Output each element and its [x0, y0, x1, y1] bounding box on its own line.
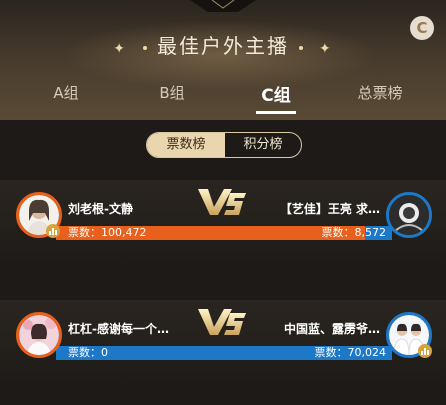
tab-total-ranking[interactable]: 总票榜 [340, 82, 420, 103]
vs-icon [198, 189, 246, 215]
avatar-photo [389, 195, 429, 235]
vote-progress-bar: 票数：0 票数：70,024 [56, 346, 392, 360]
right-rank-badge-icon [418, 344, 432, 358]
title-dot-right [299, 45, 303, 50]
ranking-type-switch: 票数榜 积分榜 [146, 132, 302, 158]
right-streamer-name: 中国蓝、露雳爷… [283, 322, 380, 336]
match-card[interactable]: 杠杠-感谢每一个… 中国蓝、露雳爷… 票数：0 票数：70,024 [0, 300, 446, 386]
avatar-photo [19, 315, 59, 355]
left-rank-badge-icon [46, 224, 60, 238]
header-banner: ✦ 最佳户外主播 ✦ C A组 B组 C组 总票榜 [0, 0, 446, 120]
right-vote-count: 票数：70,024 [314, 346, 387, 359]
tab-group-a[interactable]: A组 [26, 82, 106, 103]
match-card[interactable]: 刘老根-文静 【艺佳】王亮 求… 票数：100,472 票数：8,572 [0, 180, 446, 266]
title-dot-left [143, 45, 147, 50]
left-vote-count: 票数：0 [68, 346, 108, 359]
segment-votes-ranking[interactable]: 票数榜 [147, 133, 225, 157]
tab-group-b[interactable]: B组 [132, 82, 212, 103]
page-title: ✦ 最佳户外主播 ✦ [0, 30, 446, 59]
left-vote-count: 票数：100,472 [68, 226, 147, 239]
left-streamer-avatar[interactable] [16, 312, 62, 358]
right-streamer-name: 【艺佳】王亮 求… [279, 202, 380, 216]
sparkle-icon: ✦ [113, 41, 127, 57]
right-vote-count: 票数：8,572 [321, 226, 387, 239]
page-title-text: 最佳户外主播 [157, 34, 289, 58]
segment-points-ranking[interactable]: 积分榜 [225, 133, 301, 157]
vote-progress-bar: 票数：100,472 票数：8,572 [56, 226, 392, 240]
vs-icon [198, 309, 246, 335]
banner-notch-decoration [190, 0, 256, 12]
tab-group-c[interactable]: C组 [236, 81, 316, 106]
sparkle-icon: ✦ [319, 41, 333, 57]
corner-c-button[interactable]: C [410, 16, 434, 40]
right-streamer-avatar[interactable] [386, 192, 432, 238]
left-streamer-name: 杠杠-感谢每一个… [68, 322, 169, 336]
active-tab-indicator [256, 111, 296, 114]
left-streamer-name: 刘老根-文静 [68, 202, 133, 216]
group-tabs: A组 B组 C组 总票榜 [0, 78, 446, 118]
